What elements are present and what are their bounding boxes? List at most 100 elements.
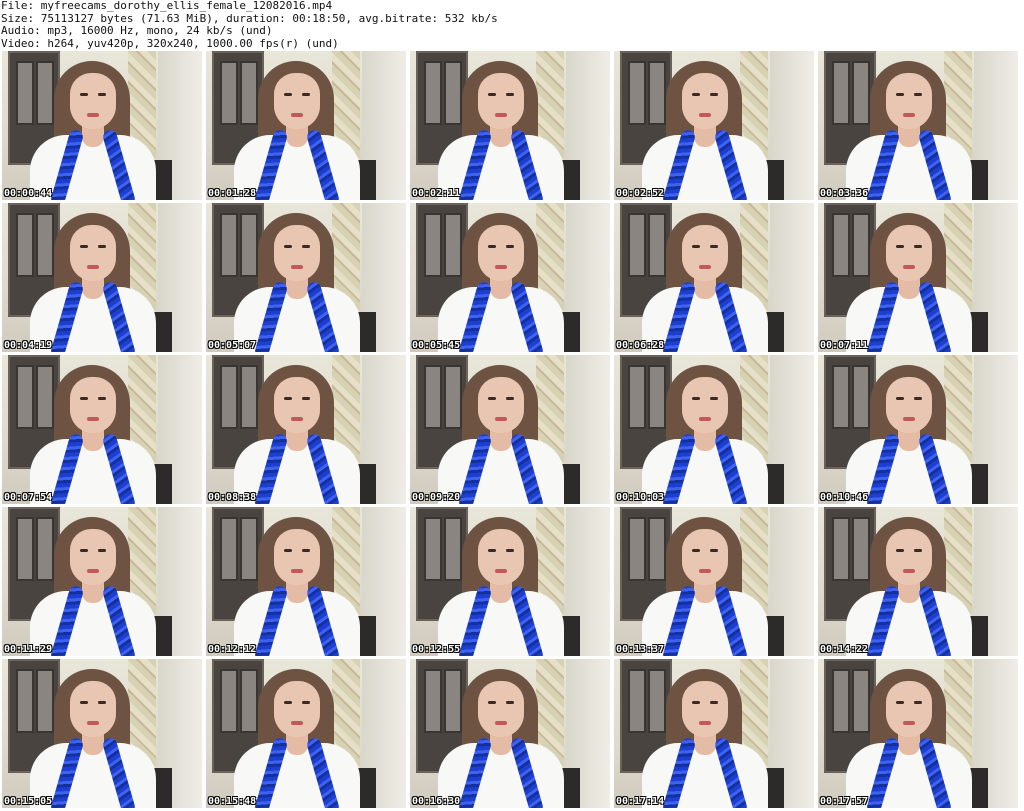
- mouth: [699, 569, 711, 573]
- face: [70, 73, 116, 129]
- mouth: [495, 721, 507, 725]
- face: [478, 529, 524, 585]
- thumbnail-timestamp: 00:12:12: [208, 644, 257, 655]
- eye: [98, 93, 106, 96]
- thumbnail-timestamp: 00:06:28: [616, 340, 665, 351]
- thumbnail-timestamp: 00:14:22: [820, 644, 869, 655]
- eye: [710, 549, 718, 552]
- video-thumbnail[interactable]: 00:07:11: [818, 203, 1018, 352]
- video-thumbnail[interactable]: 00:17:57: [818, 659, 1018, 808]
- face: [478, 225, 524, 281]
- video-thumbnail[interactable]: 00:12:12: [206, 507, 406, 656]
- video-thumbnail[interactable]: 00:01:28: [206, 51, 406, 200]
- video-thumbnail[interactable]: 00:10:46: [818, 355, 1018, 504]
- eye: [98, 701, 106, 704]
- eye: [710, 245, 718, 248]
- video-thumbnail[interactable]: 00:02:52: [614, 51, 814, 200]
- video-thumbnail[interactable]: 00:11:29: [2, 507, 202, 656]
- video-thumbnail[interactable]: 00:12:55: [410, 507, 610, 656]
- eye: [302, 245, 310, 248]
- face: [274, 225, 320, 281]
- face: [478, 377, 524, 433]
- face: [682, 681, 728, 737]
- mouth: [291, 569, 303, 573]
- mouth: [903, 569, 915, 573]
- eye: [914, 397, 922, 400]
- face: [682, 377, 728, 433]
- video-thumbnail[interactable]: 00:10:03: [614, 355, 814, 504]
- mouth: [87, 569, 99, 573]
- mouth: [495, 265, 507, 269]
- eye: [896, 93, 904, 96]
- video-thumbnail[interactable]: 00:16:30: [410, 659, 610, 808]
- mouth: [291, 265, 303, 269]
- video-thumbnail[interactable]: 00:13:37: [614, 507, 814, 656]
- face: [70, 225, 116, 281]
- eye: [692, 549, 700, 552]
- eye: [488, 397, 496, 400]
- file-info-header: File: myfreecams_dorothy_ellis_female_12…: [0, 0, 1024, 50]
- thumbnail-timestamp: 00:05:45: [412, 340, 461, 351]
- eye: [302, 397, 310, 400]
- video-thumbnail[interactable]: 00:02:11: [410, 51, 610, 200]
- video-thumbnail[interactable]: 00:05:45: [410, 203, 610, 352]
- eye: [284, 397, 292, 400]
- video-thumbnail[interactable]: 00:07:54: [2, 355, 202, 504]
- video-thumbnail[interactable]: 00:05:07: [206, 203, 406, 352]
- eye: [692, 701, 700, 704]
- eye: [896, 245, 904, 248]
- eye: [488, 701, 496, 704]
- eye: [710, 397, 718, 400]
- mouth: [699, 113, 711, 117]
- video-thumbnail[interactable]: 00:15:48: [206, 659, 406, 808]
- video-thumbnail[interactable]: 00:00:44: [2, 51, 202, 200]
- mouth: [903, 265, 915, 269]
- eye: [914, 93, 922, 96]
- thumbnail-timestamp: 00:04:19: [4, 340, 53, 351]
- eye: [896, 701, 904, 704]
- eye: [80, 549, 88, 552]
- eye: [692, 93, 700, 96]
- eye: [692, 397, 700, 400]
- video-info-line: Video: h264, yuv420p, 320x240, 1000.00 f…: [1, 37, 339, 50]
- video-thumbnail[interactable]: 00:08:38: [206, 355, 406, 504]
- eye: [80, 397, 88, 400]
- face: [274, 529, 320, 585]
- eye: [98, 245, 106, 248]
- thumbnail-timestamp: 00:10:03: [616, 492, 665, 503]
- audio-info-line: Audio: mp3, 16000 Hz, mono, 24 kb/s (und…: [1, 25, 273, 37]
- file-name-line: File: myfreecams_dorothy_ellis_female_12…: [1, 0, 333, 12]
- mouth: [903, 417, 915, 421]
- thumbnail-timestamp: 00:11:29: [4, 644, 53, 655]
- mouth: [699, 265, 711, 269]
- eye: [710, 93, 718, 96]
- eye: [284, 245, 292, 248]
- video-thumbnail[interactable]: 00:14:22: [818, 507, 1018, 656]
- face: [274, 377, 320, 433]
- face: [886, 73, 932, 129]
- thumbnail-timestamp: 00:01:28: [208, 188, 257, 199]
- thumbnail-timestamp: 00:17:14: [616, 796, 665, 807]
- video-thumbnail[interactable]: 00:17:14: [614, 659, 814, 808]
- eye: [506, 93, 514, 96]
- video-thumbnail[interactable]: 00:09:20: [410, 355, 610, 504]
- video-thumbnail[interactable]: 00:15:05: [2, 659, 202, 808]
- video-thumbnail[interactable]: 00:03:36: [818, 51, 1018, 200]
- face: [478, 681, 524, 737]
- mouth: [87, 417, 99, 421]
- video-thumbnail[interactable]: 00:04:19: [2, 203, 202, 352]
- thumbnail-timestamp: 00:00:44: [4, 188, 53, 199]
- mouth: [699, 417, 711, 421]
- mouth: [903, 721, 915, 725]
- face: [886, 377, 932, 433]
- eye: [302, 93, 310, 96]
- face: [886, 681, 932, 737]
- thumbnail-timestamp: 00:15:48: [208, 796, 257, 807]
- thumbnail-timestamp: 00:12:55: [412, 644, 461, 655]
- eye: [284, 701, 292, 704]
- mouth: [699, 721, 711, 725]
- face: [70, 529, 116, 585]
- video-thumbnail[interactable]: 00:06:28: [614, 203, 814, 352]
- eye: [896, 549, 904, 552]
- thumbnail-timestamp: 00:02:52: [616, 188, 665, 199]
